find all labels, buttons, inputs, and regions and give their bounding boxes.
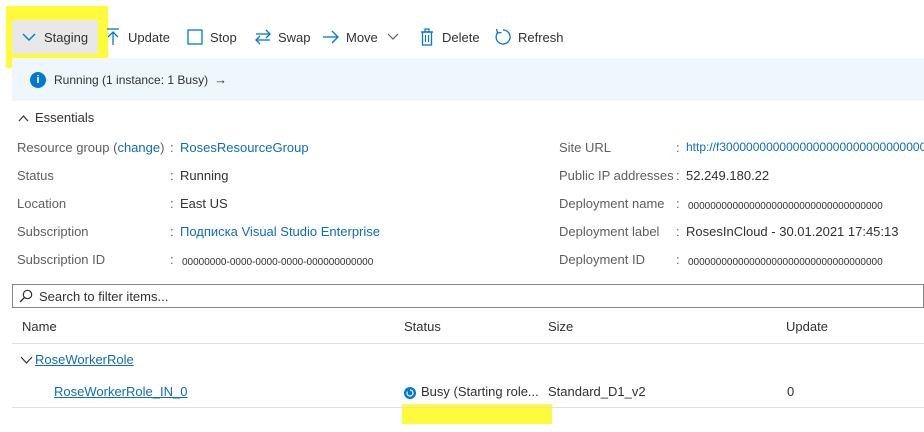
separator: : bbox=[676, 252, 680, 267]
stop-label: Stop bbox=[210, 29, 237, 45]
update-label: Update bbox=[128, 29, 170, 45]
staging-label: Staging bbox=[44, 29, 89, 45]
move-label: Move bbox=[346, 29, 378, 45]
arrow-right-icon: → bbox=[214, 72, 228, 87]
location-value: East US bbox=[180, 196, 228, 211]
public-ip-label: Public IP addresses bbox=[559, 168, 674, 183]
subscription-id-label: Subscription ID bbox=[17, 252, 106, 267]
refresh-button[interactable]: Refresh bbox=[494, 22, 564, 52]
chevron-down-icon bbox=[384, 28, 402, 46]
subscription-label: Subscription bbox=[17, 224, 89, 239]
separator: : bbox=[676, 196, 680, 211]
separator: : bbox=[170, 196, 174, 211]
trash-icon bbox=[418, 28, 436, 46]
group-link[interactable]: RoseWorkerRole bbox=[35, 352, 134, 367]
essentials-title: Essentials bbox=[35, 110, 95, 125]
column-header-status[interactable]: Status bbox=[404, 319, 441, 334]
staging-button[interactable]: Staging bbox=[12, 20, 98, 54]
search-icon bbox=[19, 289, 33, 303]
group-row[interactable]: RoseWorkerRole bbox=[20, 352, 134, 367]
status-banner[interactable]: i Running (1 instance: 1 Busy) → bbox=[12, 58, 924, 101]
refresh-label: Refresh bbox=[518, 29, 564, 45]
swap-button[interactable]: Swap bbox=[254, 22, 311, 52]
swap-icon bbox=[254, 28, 272, 46]
move-button[interactable]: Move bbox=[322, 22, 402, 52]
site-url-link[interactable]: http://f30000000000000000000000000000000 bbox=[686, 140, 924, 154]
swap-label: Swap bbox=[278, 29, 311, 45]
busy-icon bbox=[404, 386, 416, 399]
column-header-update[interactable]: Update bbox=[786, 319, 828, 334]
status-label: Status bbox=[17, 168, 54, 183]
size-cell: Standard_D1_v2 bbox=[548, 384, 646, 399]
delete-label: Delete bbox=[442, 29, 480, 45]
separator: : bbox=[676, 168, 680, 183]
separator: : bbox=[170, 224, 174, 239]
delete-button[interactable]: Delete bbox=[418, 22, 480, 52]
resource-group-link[interactable]: RosesResourceGroup bbox=[180, 140, 309, 155]
stop-icon bbox=[186, 28, 204, 46]
chevron-up-icon bbox=[18, 110, 29, 125]
status-value: Running bbox=[180, 168, 229, 183]
status-banner-text: Running (1 instance: 1 Busy) bbox=[54, 72, 209, 87]
separator: : bbox=[170, 168, 174, 183]
resource-group-label: Resource group (change) bbox=[17, 140, 165, 155]
separator: : bbox=[676, 224, 680, 239]
location-label: Location bbox=[17, 196, 67, 211]
chevron-down-icon bbox=[20, 352, 33, 367]
divider bbox=[12, 343, 924, 344]
subscription-id-value: 00000000-0000-0000-0000-000000000000 bbox=[182, 257, 374, 268]
deployment-id-value: 00000000000000000000000000000000000 bbox=[688, 257, 883, 268]
deployment-id-label: Deployment ID bbox=[559, 252, 645, 267]
arrow-up-icon bbox=[104, 28, 122, 46]
filter-search-box[interactable] bbox=[12, 284, 924, 308]
chevron-down-icon bbox=[20, 28, 38, 46]
separator: : bbox=[170, 140, 174, 155]
site-url-label: Site URL bbox=[559, 140, 612, 155]
separator: : bbox=[676, 140, 680, 155]
update-cell: 0 bbox=[787, 384, 795, 399]
essentials-toggle[interactable]: Essentials bbox=[18, 110, 94, 125]
public-ip-value: 52.249.180.22 bbox=[686, 168, 770, 183]
column-header-size[interactable]: Size bbox=[548, 319, 573, 334]
subscription-link[interactable]: Подписка Visual Studio Enterprise bbox=[180, 224, 380, 239]
deployment-name-value: 00000000000000000000000000000000000 bbox=[688, 201, 883, 212]
deployment-label-value: RosesInCloud - 30.01.2021 17:45:13 bbox=[686, 224, 899, 239]
search-input[interactable] bbox=[37, 287, 901, 305]
separator: : bbox=[170, 252, 174, 267]
divider bbox=[12, 407, 924, 408]
refresh-icon bbox=[494, 28, 512, 46]
status-text: Busy (Starting role... bbox=[421, 384, 539, 399]
deployment-name-label: Deployment name bbox=[559, 196, 665, 211]
info-icon: i bbox=[30, 71, 46, 88]
update-button[interactable]: Update bbox=[104, 22, 170, 52]
status-cell: Busy (Starting role... bbox=[404, 384, 539, 399]
arrow-right-icon bbox=[322, 28, 340, 46]
instance-link[interactable]: RoseWorkerRole_IN_0 bbox=[54, 384, 187, 399]
deployment-label-label: Deployment label bbox=[559, 224, 660, 239]
column-header-name[interactable]: Name bbox=[22, 319, 57, 334]
stop-button[interactable]: Stop bbox=[186, 22, 237, 52]
change-link[interactable]: change bbox=[117, 140, 160, 155]
